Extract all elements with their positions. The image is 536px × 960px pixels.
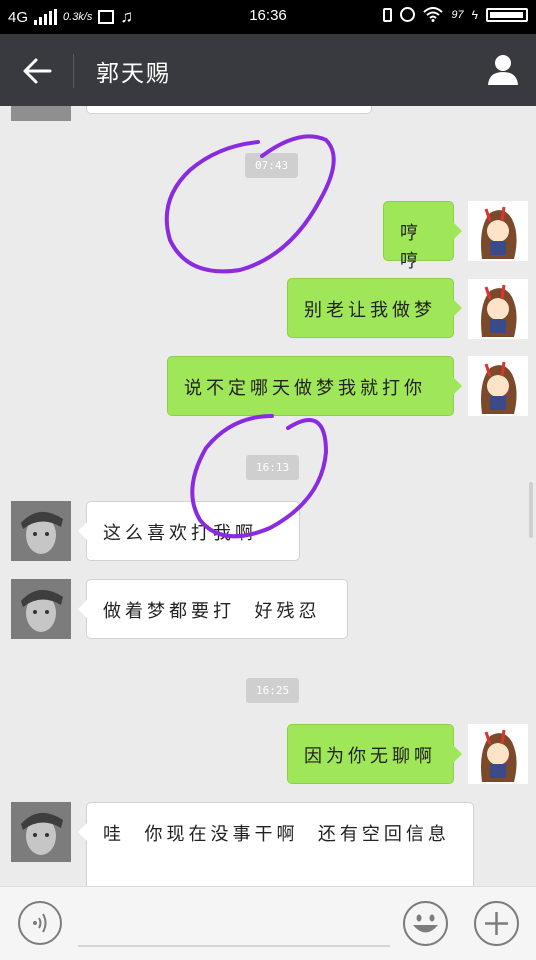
- contact-avatar[interactable]: [11, 501, 71, 561]
- timestamp: 07:43: [245, 153, 299, 178]
- message-bubble-partial[interactable]: [86, 106, 372, 114]
- scrollbar[interactable]: [529, 482, 533, 538]
- voice-icon[interactable]: [17, 900, 63, 946]
- sent-message[interactable]: 哼哼: [383, 201, 462, 272]
- timestamp: 16:25: [246, 678, 300, 703]
- emoji-icon[interactable]: [402, 900, 449, 947]
- chat-header: 郭天赐: [0, 34, 536, 106]
- arrow-left-icon[interactable]: [20, 54, 54, 88]
- vibrate-icon: [383, 7, 393, 22]
- alarm-icon: [400, 7, 416, 22]
- header-divider: [73, 54, 74, 88]
- received-message[interactable]: 做着梦都要打 好残忍: [78, 579, 348, 639]
- status-bar: 4G 0.3k/s ♫ 16:36 97 ϟ: [0, 0, 536, 34]
- sent-message[interactable]: 因为你无聊啊: [287, 724, 462, 784]
- text-input[interactable]: [78, 945, 390, 947]
- contact-avatar[interactable]: [11, 106, 71, 121]
- my-avatar[interactable]: [468, 201, 528, 261]
- my-avatar[interactable]: [468, 356, 528, 416]
- charging-icon: ϟ: [471, 7, 478, 22]
- received-message[interactable]: 这么喜欢打我啊: [78, 501, 300, 561]
- my-avatar[interactable]: [468, 279, 528, 339]
- battery-percent: 97: [451, 8, 464, 21]
- plus-icon[interactable]: [473, 900, 520, 947]
- contact-avatar[interactable]: [11, 802, 71, 862]
- received-message[interactable]: 哇 你现在没事干啊 还有空回信息: [78, 802, 474, 886]
- battery-icon: [486, 7, 528, 22]
- wifi-icon: [423, 7, 444, 22]
- sent-message[interactable]: 说不定哪天做梦我就打你: [167, 356, 462, 416]
- my-avatar[interactable]: [468, 724, 528, 784]
- contact-avatar[interactable]: [11, 579, 71, 639]
- timestamp: 16:13: [246, 455, 300, 480]
- status-right: 97 ϟ: [383, 7, 528, 22]
- sent-message[interactable]: 别老让我做梦: [287, 278, 462, 338]
- input-bar: [0, 886, 536, 960]
- chat-title: 郭天赐: [96, 61, 171, 87]
- person-icon[interactable]: [486, 52, 520, 86]
- chat-area[interactable]: 07:43 哼哼 别老让我做梦 说不定哪天做梦我就打你 16:13 这么喜欢打我…: [0, 106, 536, 886]
